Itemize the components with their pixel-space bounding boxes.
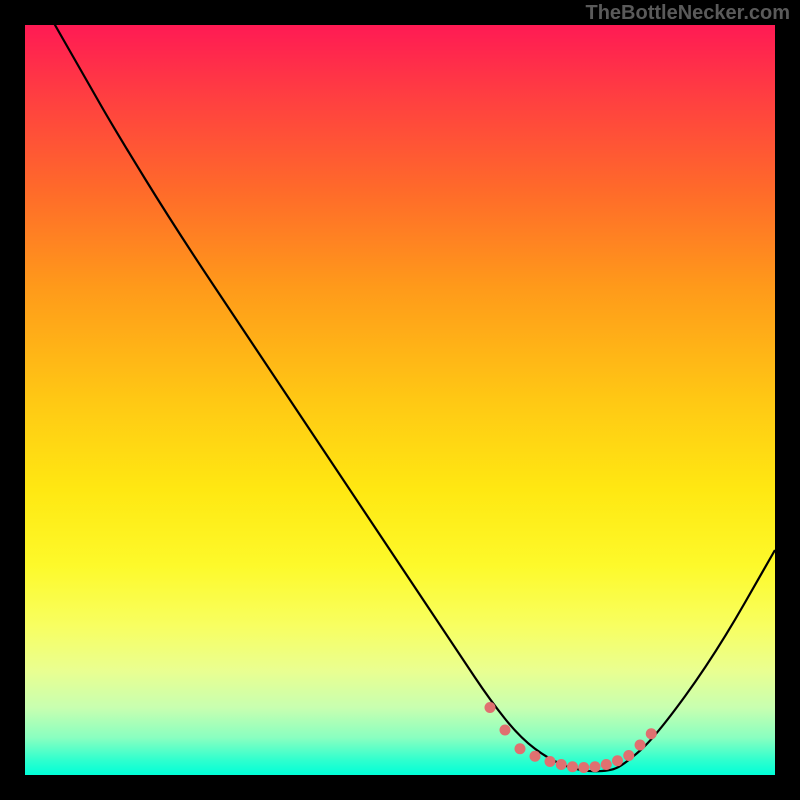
highlight-dot bbox=[556, 759, 567, 770]
highlight-dot bbox=[646, 728, 657, 739]
highlight-dot bbox=[578, 762, 589, 773]
highlight-dot bbox=[601, 759, 612, 770]
highlight-dot bbox=[612, 755, 623, 766]
highlight-dot bbox=[530, 751, 541, 762]
bottleneck-curve bbox=[25, 0, 775, 771]
highlight-dot bbox=[500, 725, 511, 736]
highlight-dot bbox=[635, 740, 646, 751]
curve-layer bbox=[25, 25, 775, 775]
highlight-dot bbox=[545, 756, 556, 767]
highlight-dots-group bbox=[485, 702, 657, 773]
chart-wrapper: TheBottleNecker.com bbox=[0, 0, 800, 800]
highlight-dot bbox=[485, 702, 496, 713]
highlight-dot bbox=[515, 743, 526, 754]
highlight-dot bbox=[567, 761, 578, 772]
attribution-text: TheBottleNecker.com bbox=[585, 2, 790, 25]
highlight-dot bbox=[623, 750, 634, 761]
highlight-dot bbox=[590, 761, 601, 772]
